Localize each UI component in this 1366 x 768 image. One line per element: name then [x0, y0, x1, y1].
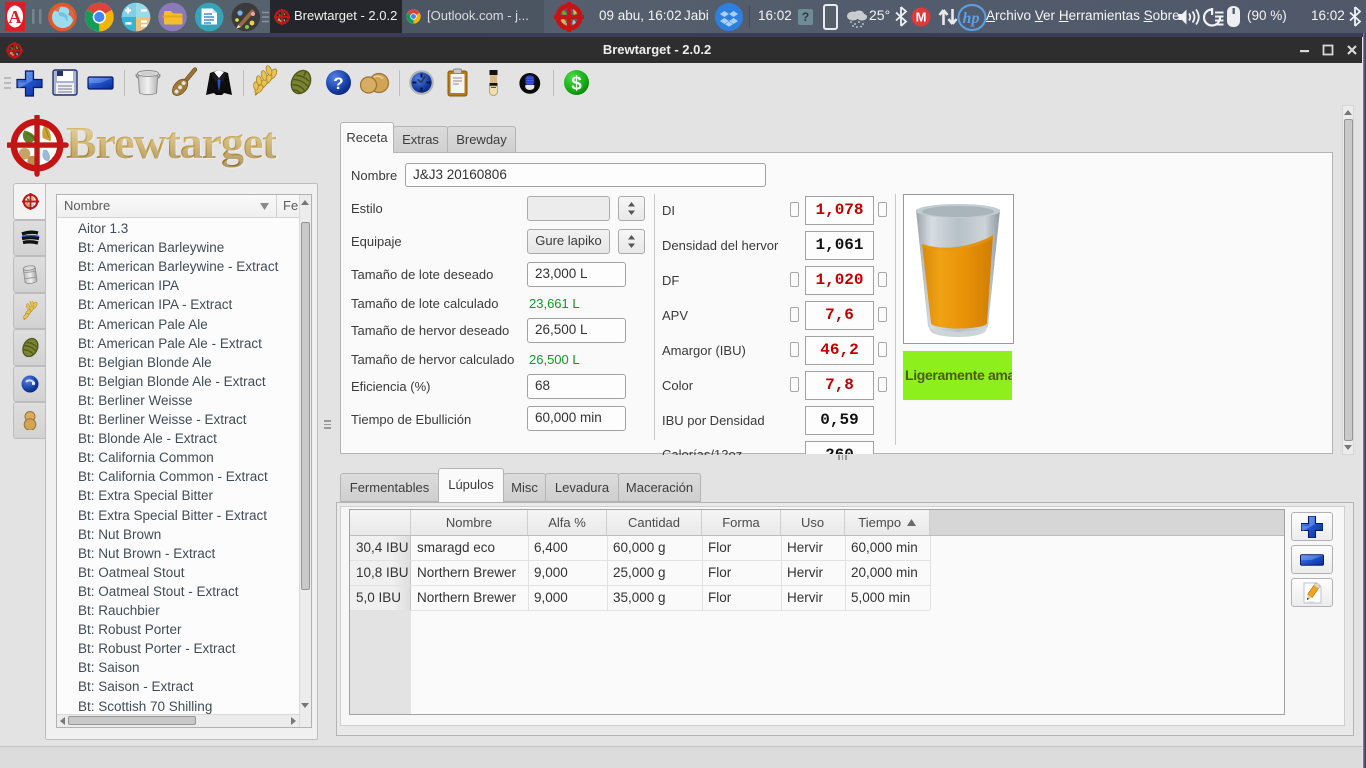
svg-text:M: M — [916, 10, 927, 25]
svg-text:?: ? — [333, 74, 343, 93]
svg-text:A: A — [9, 7, 22, 27]
svg-text:hp: hp — [963, 10, 980, 27]
svg-text:$: $ — [571, 74, 582, 95]
